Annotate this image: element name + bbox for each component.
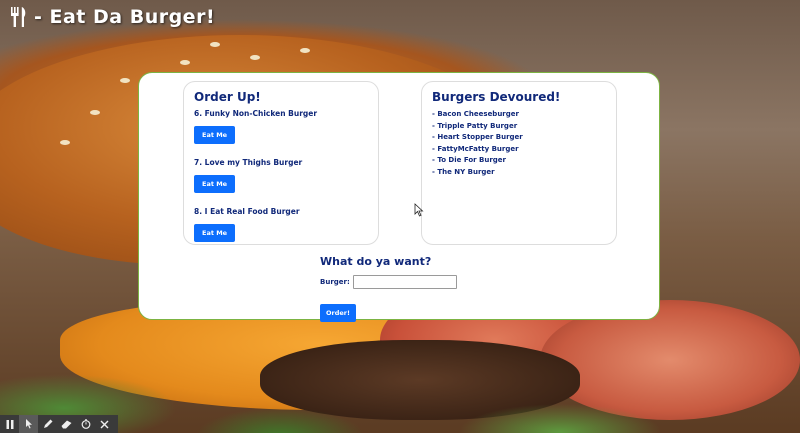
order-up-heading: Order Up! <box>194 90 261 104</box>
eat-me-button[interactable]: Eat Me <box>194 224 236 242</box>
order-form: What do ya want? Burger: Order! <box>320 255 520 322</box>
order-item: 8. I Eat Real Food Burger Eat Me <box>194 207 368 242</box>
order-item-label: 8. I Eat Real Food Burger <box>194 207 300 216</box>
mouse-cursor-icon <box>414 203 424 217</box>
fork-knife-icon <box>11 7 26 27</box>
eraser-icon[interactable] <box>57 415 76 433</box>
eat-me-button[interactable]: Eat Me <box>194 126 236 144</box>
devoured-item: - The NY Burger <box>432 167 495 176</box>
devoured-item: - Tripple Patty Burger <box>432 121 518 130</box>
order-item-label: 6. Funky Non-Chicken Burger <box>194 109 318 118</box>
timer-icon[interactable] <box>76 415 95 433</box>
devoured-heading: Burgers Devoured! <box>432 90 561 104</box>
devoured-item: - FattyMcFatty Burger <box>432 144 519 153</box>
devoured-card: Burgers Devoured! - Bacon Cheeseburger -… <box>421 81 617 245</box>
order-item-label: 7. Love my Thighs Burger <box>194 158 303 167</box>
devoured-item: - Heart Stopper Burger <box>432 133 523 141</box>
devoured-list: - Bacon Cheeseburger - Tripple Patty Bur… <box>432 109 606 178</box>
pause-icon[interactable] <box>0 415 19 433</box>
eat-me-button[interactable]: Eat Me <box>194 175 236 193</box>
burger-field-row: Burger: <box>320 275 520 289</box>
burger-name-input[interactable] <box>352 275 457 289</box>
pointer-icon[interactable] <box>19 415 38 433</box>
annotation-toolbar <box>0 415 118 433</box>
order-button[interactable]: Order! <box>320 304 356 322</box>
order-item: 6. Funky Non-Chicken Burger Eat Me <box>194 109 368 144</box>
order-item: 7. Love my Thighs Burger Eat Me <box>194 158 368 193</box>
devoured-item: - To Die For Burger <box>432 156 507 164</box>
close-icon[interactable] <box>95 415 114 433</box>
main-panel: Order Up! 6. Funky Non-Chicken Burger Ea… <box>138 72 660 322</box>
devoured-item: - Bacon Cheeseburger <box>432 110 519 118</box>
app-title-text: - Eat Da Burger! <box>34 6 216 28</box>
form-heading: What do ya want? <box>320 255 432 268</box>
burger-field-label: Burger: <box>320 278 350 286</box>
pen-icon[interactable] <box>38 415 57 433</box>
app-title: - Eat Da Burger! <box>10 6 215 28</box>
order-up-card: Order Up! 6. Funky Non-Chicken Burger Ea… <box>183 81 379 245</box>
